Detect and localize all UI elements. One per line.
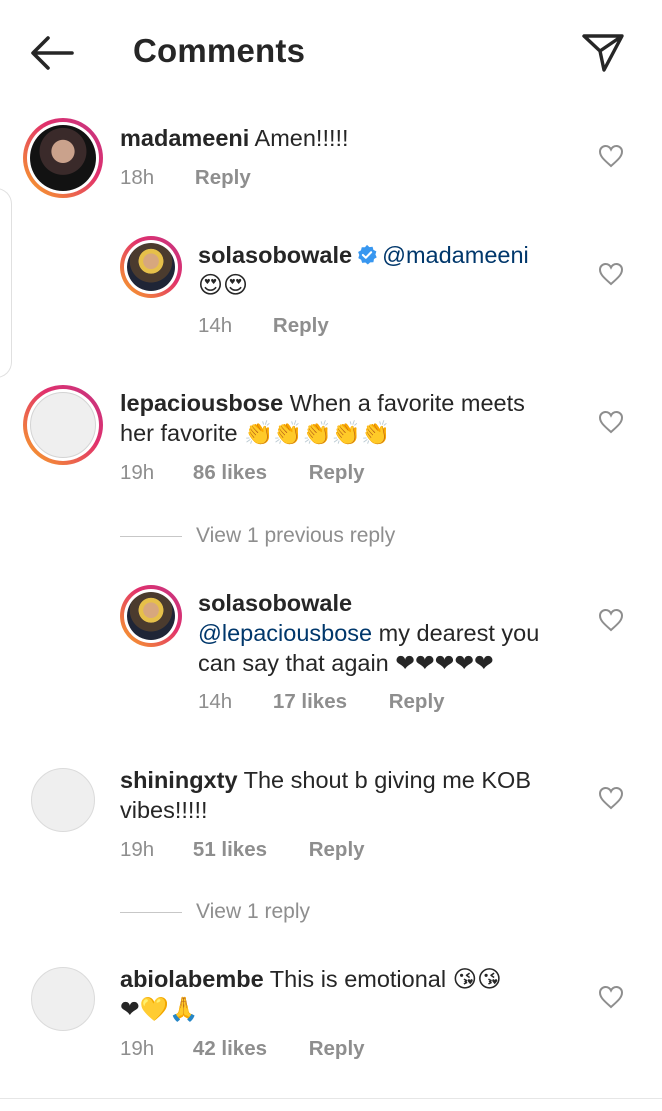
avatar[interactable] [120,585,182,647]
verified-badge-icon [358,244,377,265]
comment-text-line1: When a favorite meets [289,390,525,416]
page-title: Comments [133,32,306,69]
likes-count[interactable]: 86 likes [193,461,267,485]
likes-count[interactable]: 17 likes [273,690,347,714]
comment-username[interactable]: solasobowale [198,590,352,616]
reply-button[interactable]: Reply [309,1037,365,1061]
divider-line [120,911,182,914]
heart-icon[interactable] [598,608,624,632]
comment-text-line1: This is emotional 😘😘 [269,966,502,992]
comment-time: 19h [120,461,155,484]
heart-icon[interactable] [598,985,624,1009]
view-previous-replies-link[interactable]: View 1 previous reply [120,524,395,548]
view-replies-label: View 1 reply [196,900,311,923]
comment-username[interactable]: abiolabembe [120,966,264,992]
comment-text-line2: ❤💛🙏 [120,996,199,1022]
comment-username[interactable]: lepaciousbose [120,390,283,416]
reply-button[interactable]: Reply [195,166,251,190]
avatar[interactable] [23,385,103,465]
reply-button[interactable]: Reply [309,838,365,862]
comment-text-line1: my dearest you [372,620,540,646]
comment-username[interactable]: shiningxty [120,767,238,793]
comment-time: 19h [120,838,155,861]
comment-text-line2: vibes!!!!! [120,797,208,823]
arrow-left-icon [31,36,74,70]
reply-button[interactable]: Reply [309,461,365,485]
comment-time: 14h [198,314,233,337]
share-button[interactable] [580,30,626,76]
back-button[interactable] [28,34,76,72]
bottom-divider [0,1098,662,1099]
comment-username[interactable]: madameeni [120,125,249,151]
heart-icon[interactable] [598,786,624,810]
view-replies-link[interactable]: View 1 reply [120,900,310,924]
view-replies-label: View 1 previous reply [196,524,396,547]
comment-username[interactable]: solasobowale [198,242,352,268]
comment-text: Amen!!!!! [254,125,349,151]
header-bar: Comments [0,0,662,104]
reply-button[interactable]: Reply [389,690,445,714]
comment-text-line2: can say that again ❤❤❤❤❤ [198,650,494,676]
comment-time: 19h [120,1037,155,1060]
comment-text-line1: The shout b giving me KOB [243,767,531,793]
likes-count[interactable]: 42 likes [193,1037,267,1061]
comment-mention[interactable]: @madameeni [382,242,529,268]
heart-icon[interactable] [598,410,624,434]
comment-mention[interactable]: @lepaciousbose [198,620,372,646]
drawer-edge-handle[interactable] [0,188,12,378]
comment-text-line2: her favorite 👏👏👏👏👏 [120,420,391,446]
comment-time: 14h [198,690,233,713]
reply-button[interactable]: Reply [273,314,329,338]
paper-plane-icon [582,34,624,72]
comment-time: 18h [120,166,155,189]
avatar[interactable] [23,118,103,198]
comment-text: 😍😍 [198,271,249,299]
heart-icon[interactable] [598,262,624,286]
avatar[interactable] [31,967,95,1031]
heart-icon[interactable] [598,144,624,168]
avatar[interactable] [120,236,182,298]
divider-line [120,535,182,538]
likes-count[interactable]: 51 likes [193,838,267,862]
avatar[interactable] [31,768,95,832]
